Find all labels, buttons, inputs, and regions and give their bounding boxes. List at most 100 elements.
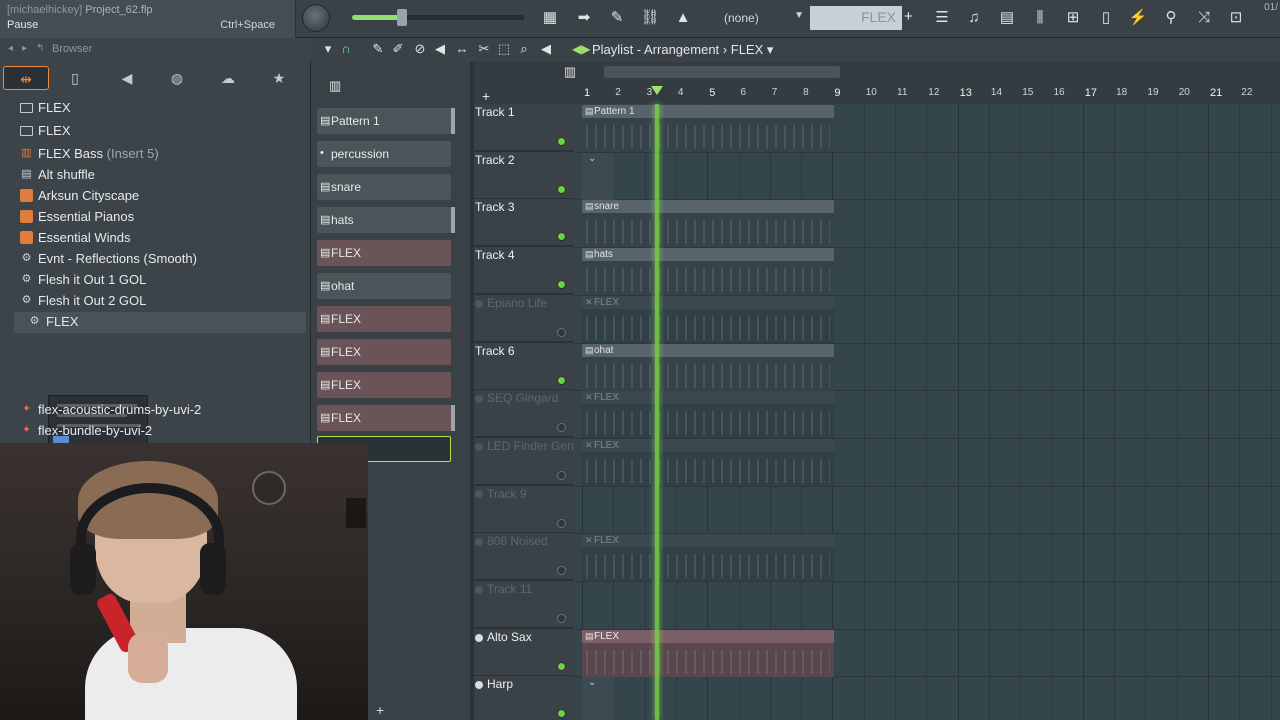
channel-item[interactable]: ▤ FLEX [317, 240, 451, 266]
channel-item[interactable]: ▤ FLEX [317, 306, 451, 332]
keyboard-icon[interactable]: ▦ [540, 9, 560, 27]
browser-item[interactable]: Essential Winds [0, 228, 310, 249]
slip-icon[interactable]: ↔ [454, 41, 470, 56]
tab-project-icon[interactable]: ▯ [52, 66, 98, 90]
track-header[interactable]: Track 1 [474, 104, 574, 151]
browser-item[interactable]: Essential Pianos [0, 207, 310, 228]
metronome-icon[interactable]: ▲ [673, 9, 693, 27]
mixer-icon[interactable]: ⫼ [1030, 9, 1050, 27]
paint-icon[interactable]: ✐ [390, 41, 406, 57]
usb-icon[interactable]: ⚲ [1161, 9, 1181, 27]
browser-item[interactable]: FLEX [0, 121, 310, 142]
pattern-name-field[interactable]: FLEX [810, 6, 902, 30]
track-mute-led[interactable] [557, 423, 566, 433]
track-mute-led[interactable] [557, 518, 566, 528]
track-header[interactable]: Track 3 [474, 199, 574, 247]
playlist-clip[interactable]: ✕ FLEX [582, 391, 834, 439]
link-icon[interactable]: ⛓ [640, 9, 660, 27]
playlist-clip[interactable]: ✕ FLEX [582, 295, 834, 343]
browser-item[interactable]: FLEX [0, 98, 310, 119]
piano-roll-icon[interactable]: ♫ [964, 9, 984, 27]
document-icon[interactable]: ▯ [1096, 9, 1116, 27]
tab-cloud-icon[interactable]: ☁ [205, 66, 251, 90]
browser-item[interactable]: ⚙ Flesh it Out 1 GOL [0, 270, 310, 291]
track-mute-led[interactable] [557, 184, 566, 194]
piano-icon[interactable]: ▥ [329, 78, 341, 94]
playback-icon[interactable]: ◀ [538, 41, 554, 57]
zoom-icon[interactable]: ⌕ [516, 41, 532, 57]
track-header[interactable]: Track 11 [474, 581, 574, 628]
track-mute-led[interactable] [557, 375, 566, 385]
track-mute-led[interactable] [557, 661, 566, 671]
playlist-horizontal-scroll[interactable] [604, 66, 840, 78]
channel-item[interactable]: ▤ FLEX [317, 372, 451, 398]
plug-icon[interactable]: ⚡ [1128, 9, 1148, 27]
back-icon[interactable]: ↰ [36, 43, 44, 54]
track-mute-led[interactable] [557, 614, 566, 623]
shuffle-icon[interactable]: ⤨ [1194, 9, 1214, 27]
select-icon[interactable]: ⬚ [496, 41, 512, 57]
browser-item[interactable]: ✦ flex-bundle-by-uvi-2 [0, 421, 310, 442]
browser-item[interactable]: ✦ flex-acoustic-drums-by-uvi-2 [0, 400, 310, 421]
cart-icon[interactable]: ⊡ [1226, 9, 1246, 27]
browser-item-selected[interactable]: ⚙ FLEX [14, 312, 306, 333]
browser-item[interactable]: ▤ Alt shuffle [0, 165, 310, 186]
playlist-clip-stub[interactable]: ⌄ [582, 152, 614, 200]
brush-icon[interactable]: ✎ [607, 9, 627, 27]
master-volume-slider[interactable] [352, 9, 524, 26]
track-header[interactable]: Alto Sax [474, 628, 574, 676]
track-header[interactable]: LED Finder Gera [474, 437, 578, 485]
track-mute-led[interactable] [557, 709, 566, 719]
playhead-marker[interactable] [651, 86, 663, 95]
playlist-grid[interactable]: ▤ Pattern 1 ▤ snare ▤ hats ✕ FLEX ▤ ohat ✕ FLEX ✕ FLE… [574, 104, 1280, 720]
master-pitch-knob[interactable] [302, 4, 330, 32]
track-mute-led[interactable] [557, 280, 566, 290]
playlist-icon[interactable]: ☰ [932, 9, 952, 27]
track-mute-led[interactable] [557, 232, 566, 242]
channel-item[interactable]: ▤ Pattern 1 [317, 108, 455, 134]
track-header[interactable]: Track 9 [474, 485, 574, 533]
tab-all-icon[interactable]: ⇹ [3, 66, 49, 90]
browser-item[interactable]: ⚙ Evnt - Reflections (Smooth) [0, 249, 310, 270]
channel-item[interactable]: ▤ ohat [317, 273, 451, 299]
channel-item[interactable]: • percussion [317, 141, 451, 167]
channel-item[interactable]: ▤ FLEX [317, 339, 451, 365]
track-header[interactable]: Track 4 [474, 247, 574, 295]
magnet-icon[interactable]: ∩ [338, 41, 354, 56]
arrow-right-icon[interactable]: ➡ [574, 9, 594, 27]
add-channel-button[interactable]: + [376, 702, 384, 718]
browser-item[interactable]: Arksun Cityscape [0, 186, 310, 207]
delete-icon[interactable]: ⊘ [412, 41, 428, 57]
track-mute-led[interactable] [557, 470, 566, 480]
add-track-icon[interactable]: + [478, 88, 494, 104]
chevron-down-icon[interactable]: ▾ [767, 42, 774, 57]
channel-rack-icon[interactable]: ▤ [997, 9, 1017, 27]
playlist-clip-stub[interactable]: ⌄ [582, 677, 614, 720]
browser-item[interactable]: ▥ FLEX Bass (Insert 5) [0, 144, 310, 165]
timeline-ruler[interactable]: 1 2 3 4 5 6 7 8 9 10 11 12 13 14 15 16 17 18 19 20 21 22 [582, 86, 1280, 102]
chevron-right-icon[interactable]: ▸ [22, 43, 27, 54]
playlist-clip[interactable]: ▤ hats [582, 248, 834, 296]
track-mute-led[interactable] [557, 566, 566, 576]
track-header[interactable]: SEQ Gingard [474, 390, 574, 438]
tab-speaker-icon[interactable]: ◀ [104, 66, 150, 90]
playlist-clip[interactable]: ▤ Pattern 1 [582, 105, 834, 152]
playlist-clip[interactable]: ▤ snare [582, 200, 834, 248]
mute-icon[interactable]: ◀ [432, 41, 448, 57]
playlist-clip[interactable]: ✕ FLEX [582, 438, 834, 486]
playlist-clip[interactable]: ▤ FLEX [582, 629, 834, 677]
pattern-selector[interactable]: (none) ▼ [704, 8, 808, 28]
track-header[interactable]: 808 Noised [474, 533, 574, 581]
track-mute-led[interactable] [557, 137, 566, 146]
slice-icon[interactable]: ✂ [476, 41, 492, 57]
browser-item[interactable]: ⚙ Flesh it Out 2 GOL [0, 291, 310, 312]
track-header[interactable]: Track 6 [474, 342, 574, 390]
playlist-clip[interactable]: ▤ ohat [582, 343, 834, 391]
channel-item[interactable]: ▤ FLEX [317, 405, 455, 431]
add-pattern-button[interactable]: + [904, 8, 913, 25]
hierarchy-icon[interactable]: ⊞ [1063, 9, 1083, 27]
tab-plugin-icon[interactable]: ◍ [154, 66, 200, 90]
playlist-play-icon[interactable]: ◀▶ [572, 42, 590, 56]
pencil-icon[interactable]: ✎ [370, 41, 386, 57]
channel-item[interactable]: ▤ snare [317, 174, 451, 200]
